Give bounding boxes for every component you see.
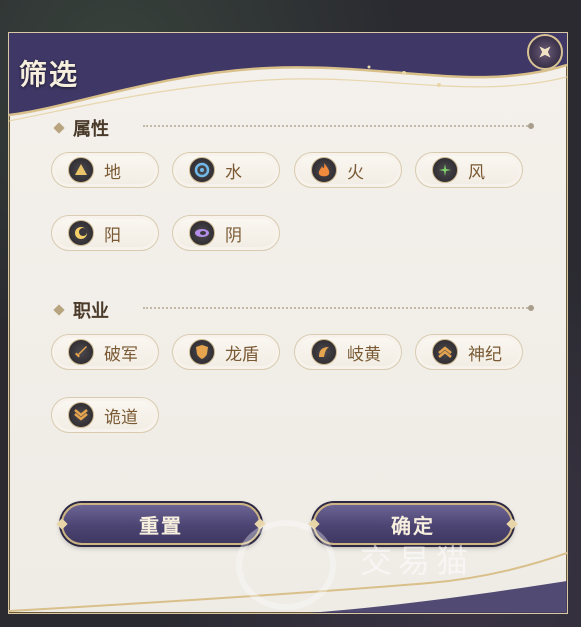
wind-element-icon: [432, 157, 458, 183]
earth-element-icon: [68, 157, 94, 183]
watermark-logo: [236, 520, 336, 610]
page-title: 筛选: [19, 58, 80, 91]
watermark-text: 交易猫: [360, 542, 475, 580]
filter-chip-shenji[interactable]: 神纪: [415, 334, 523, 370]
section-attribute-header: 属性: [53, 115, 109, 141]
filter-chip-pojun[interactable]: 破军: [51, 334, 159, 370]
water-element-icon: [189, 157, 215, 183]
section-divider: [143, 123, 534, 129]
diamond-bullet-icon: [53, 122, 65, 134]
chip-label: 水: [225, 162, 242, 183]
chip-label: 阴: [225, 225, 242, 246]
close-button[interactable]: [527, 34, 563, 70]
sword-class-icon: [68, 339, 94, 365]
reset-button[interactable]: 重置: [56, 503, 266, 545]
sun-element-icon: [68, 220, 94, 246]
chip-label: 地: [104, 162, 121, 183]
filter-chip-qihuang[interactable]: 岐黄: [294, 334, 402, 370]
filter-chip-fire[interactable]: 火: [294, 152, 402, 188]
moon-element-icon: [189, 220, 215, 246]
chip-label: 岐黄: [347, 344, 381, 365]
chip-label: 破军: [104, 344, 138, 365]
chip-label: 阳: [104, 225, 121, 246]
chip-label: 神纪: [468, 344, 502, 365]
confirm-button-label: 确定: [391, 513, 435, 538]
fire-element-icon: [311, 157, 337, 183]
filter-chip-earth[interactable]: 地: [51, 152, 159, 188]
filter-chip-water[interactable]: 水: [172, 152, 280, 188]
chevron-down-class-icon: [68, 402, 94, 428]
section-class-header: 职业: [53, 297, 109, 323]
chip-label: 诡道: [104, 407, 138, 428]
chip-label: 火: [347, 162, 364, 183]
chip-label: 风: [468, 162, 485, 183]
filter-chip-longdun[interactable]: 龙盾: [172, 334, 280, 370]
close-icon: [539, 46, 551, 58]
reset-button-label: 重置: [139, 513, 183, 538]
section-title: 属性: [73, 119, 109, 140]
shield-class-icon: [189, 339, 215, 365]
filter-chip-guidao[interactable]: 诡道: [51, 397, 159, 433]
filter-chip-sun[interactable]: 阳: [51, 215, 159, 251]
filter-chip-moon[interactable]: 阴: [172, 215, 280, 251]
chip-label: 龙盾: [225, 344, 259, 365]
diamond-bullet-icon: [53, 304, 65, 316]
healer-class-icon: [311, 339, 337, 365]
section-divider: [143, 305, 534, 311]
filter-chip-wind[interactable]: 风: [415, 152, 523, 188]
chevron-up-class-icon: [432, 339, 458, 365]
section-title: 职业: [73, 301, 109, 322]
header-decoration: [9, 33, 567, 122]
